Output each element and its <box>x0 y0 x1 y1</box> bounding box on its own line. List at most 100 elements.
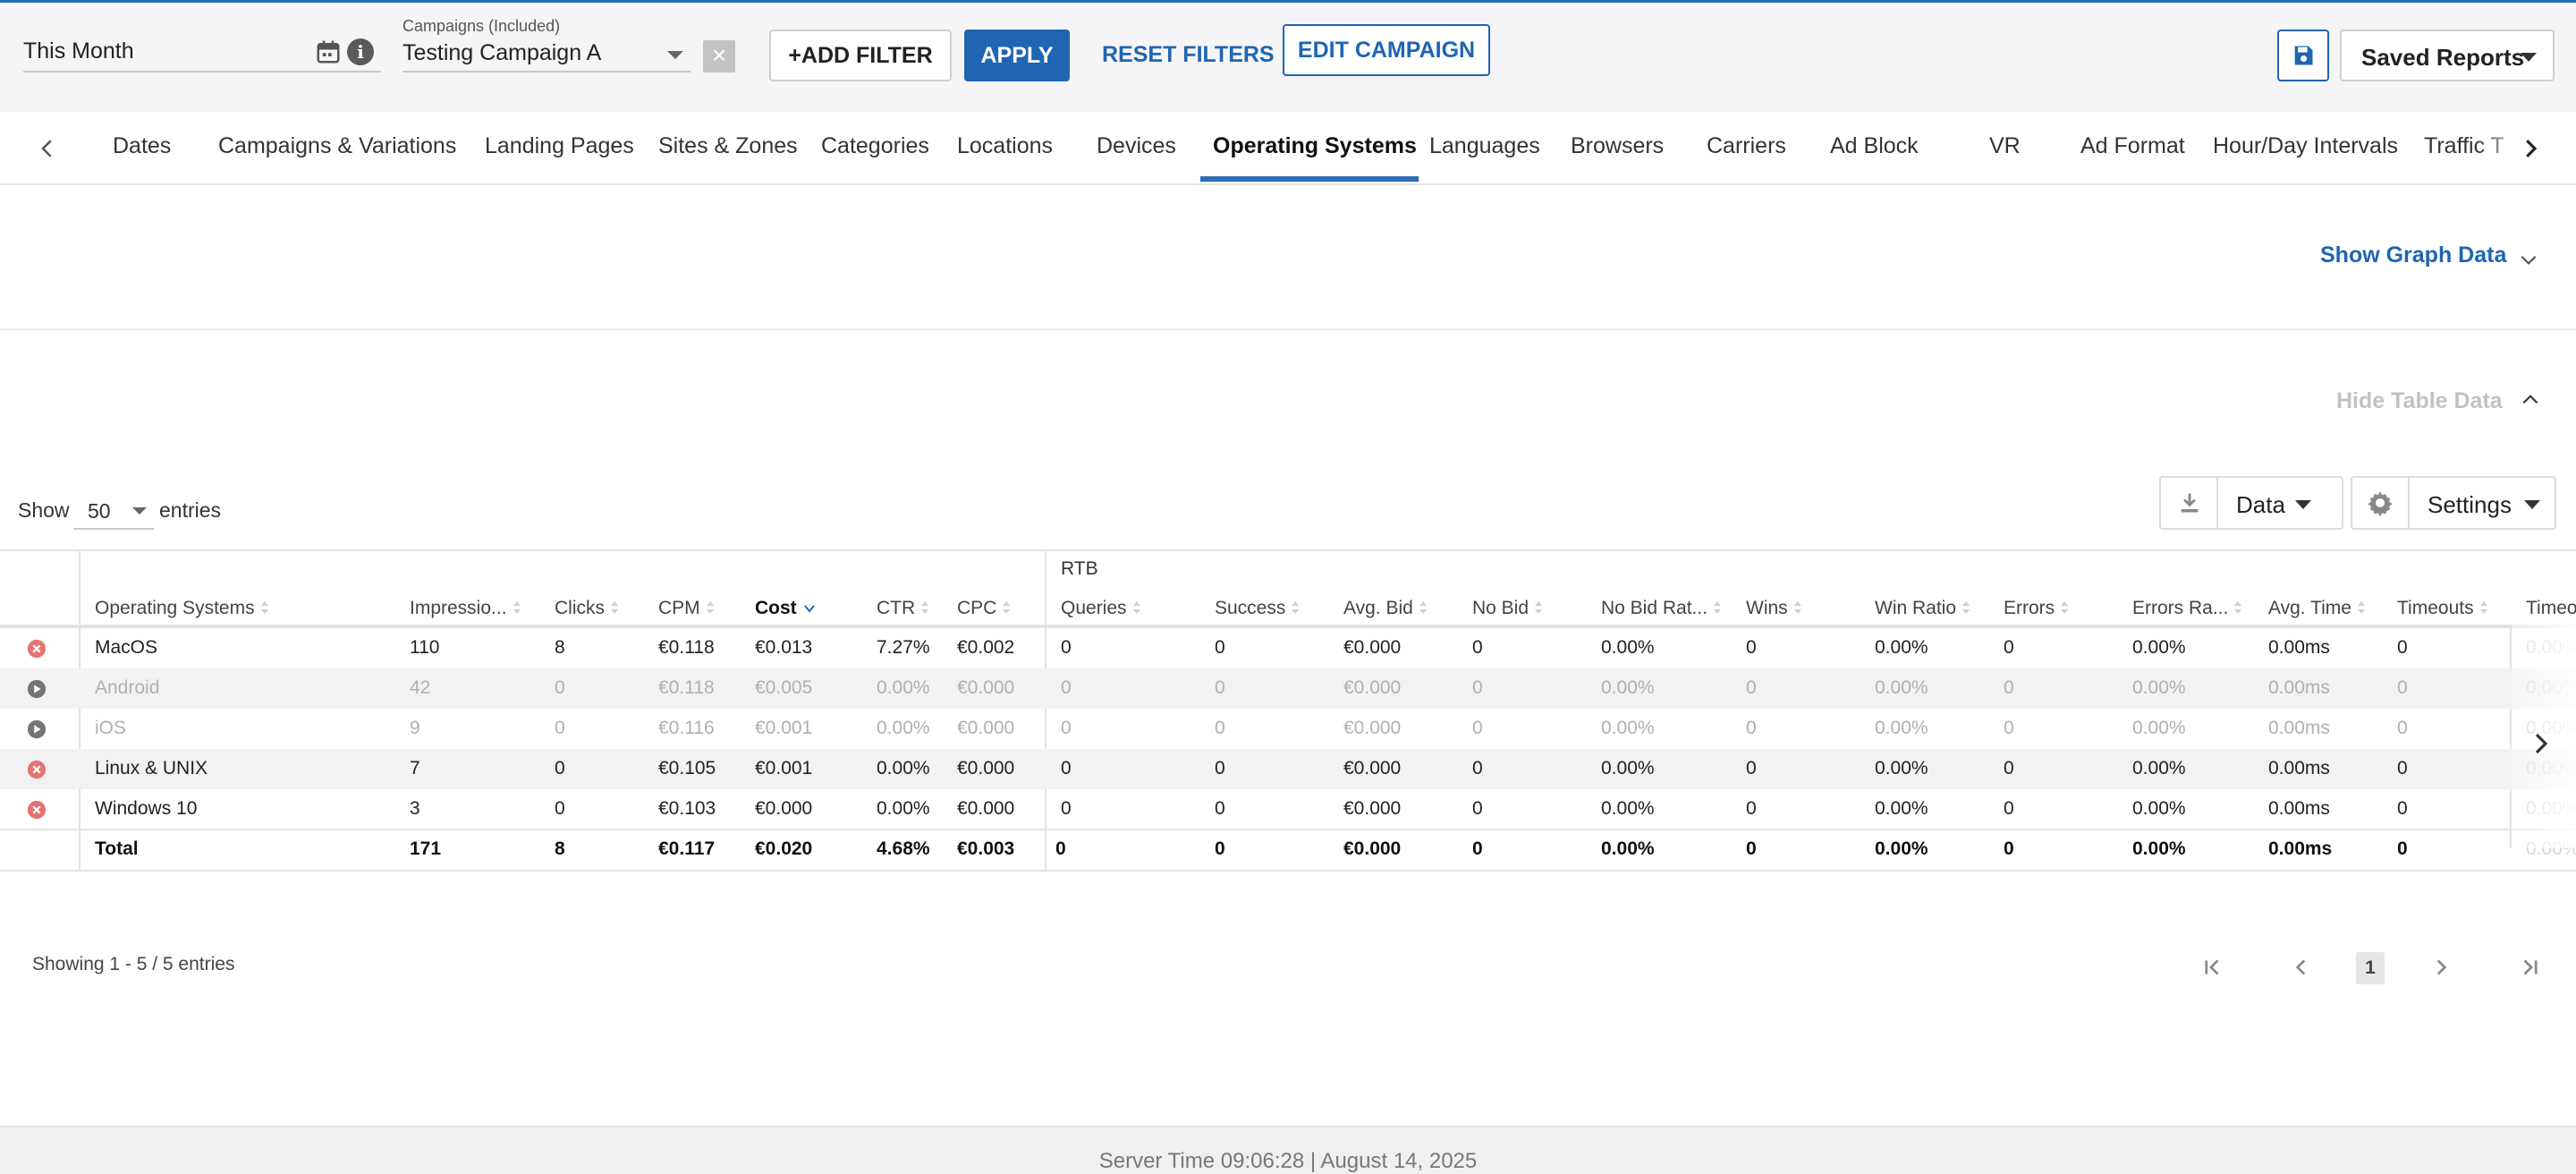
col-header-cpc[interactable]: CPC <box>957 598 1011 619</box>
table-cell: €0.000 <box>755 798 813 819</box>
tab-browsers[interactable]: Browsers <box>1571 133 1664 159</box>
tab-carriers[interactable]: Carriers <box>1707 133 1786 159</box>
table-cell: 0.00% <box>877 718 930 738</box>
tab-landing-pages[interactable]: Landing Pages <box>485 133 634 159</box>
tab-devices[interactable]: Devices <box>1097 133 1176 159</box>
tab-categories[interactable]: Categories <box>821 133 929 159</box>
add-filter-button[interactable]: +ADD FILTER <box>769 30 952 81</box>
download-icon[interactable] <box>2177 490 2202 515</box>
page-number-current[interactable]: 1 <box>2356 952 2385 984</box>
next-page-icon[interactable] <box>2429 956 2453 979</box>
previous-page-icon[interactable] <box>2290 956 2313 979</box>
col-header-wins[interactable]: Wins <box>1746 598 1802 619</box>
date-range-value: This Month <box>23 38 134 64</box>
remove-status-icon[interactable] <box>27 760 47 779</box>
table-cell: €0.000 <box>1343 677 1402 698</box>
tab-ad-block[interactable]: Ad Block <box>1830 133 1919 159</box>
gear-icon[interactable] <box>2367 489 2394 516</box>
apply-button[interactable]: APPLY <box>964 30 1070 81</box>
remove-status-icon[interactable] <box>27 800 47 820</box>
sort-icon <box>920 601 929 616</box>
play-status-icon[interactable] <box>27 719 47 739</box>
save-report-button[interactable] <box>2277 30 2329 81</box>
tab-ad-format[interactable]: Ad Format <box>2080 133 2185 159</box>
tabs-scroll-left-icon[interactable] <box>34 135 61 162</box>
table-cell: 0.00% <box>2132 637 2186 658</box>
show-graph-data-toggle[interactable]: Show Graph Data <box>2320 242 2506 268</box>
sort-icon <box>2479 601 2488 616</box>
table-cell: 0 <box>1061 758 1072 778</box>
col-header-ctr[interactable]: CTR <box>877 598 929 619</box>
table-cell: 0 <box>1472 758 1483 778</box>
tab-dates[interactable]: Dates <box>113 133 171 159</box>
col-header-win-ratio[interactable]: Win Ratio <box>1875 598 1970 619</box>
total-cell: €0.003 <box>957 838 1015 859</box>
col-header-queries[interactable]: Queries <box>1061 598 1141 619</box>
table-cell: 0 <box>2004 677 2014 698</box>
tab-locations[interactable]: Locations <box>957 133 1053 159</box>
tab-vr[interactable]: VR <box>1989 133 2021 159</box>
col-label: Wins <box>1746 598 1788 618</box>
edit-campaign-button[interactable]: EDIT CAMPAIGN <box>1283 24 1490 76</box>
table-cell: 0 <box>1746 718 1757 738</box>
settings-dropdown[interactable]: Settings <box>2428 491 2512 519</box>
calendar-icon[interactable] <box>315 38 342 65</box>
col-label: Errors <box>2004 598 2055 618</box>
entries-per-page-select[interactable]: 50 <box>73 489 154 530</box>
col-header-avg-time[interactable]: Avg. Time <box>2268 598 2366 619</box>
table-row[interactable]: Linux & UNIX 7 0 €0.105 €0.001 0.00% €0.000 0 0 €… <box>0 749 2576 789</box>
remove-status-icon[interactable] <box>27 639 47 659</box>
tab-sites-zones[interactable]: Sites & Zones <box>658 133 798 159</box>
col-header-cpm[interactable]: CPM <box>658 598 715 619</box>
info-icon[interactable]: i <box>347 38 374 65</box>
table-row[interactable]: Android 42 0 €0.118 €0.005 0.00% €0.000 0 0 €0.00… <box>0 668 2576 709</box>
first-page-icon[interactable] <box>2200 956 2224 979</box>
saved-reports-dropdown[interactable]: Saved Reports <box>2340 30 2555 81</box>
tab-hour-day-intervals[interactable]: Hour/Day Intervals <box>2213 133 2398 159</box>
col-header-success[interactable]: Success <box>1215 598 1300 619</box>
table-cell: 0.00% <box>2132 798 2186 819</box>
play-status-icon[interactable] <box>27 679 47 699</box>
table-cell: 0.00% <box>1601 637 1655 658</box>
table-cell: €0.103 <box>658 798 716 819</box>
total-cell: €0.000 <box>1343 838 1402 859</box>
date-range-picker[interactable]: This Month i <box>23 31 381 72</box>
tab-campaigns-variations[interactable]: Campaigns & Variations <box>218 133 456 159</box>
tab-languages[interactable]: Languages <box>1429 133 1540 159</box>
last-page-icon[interactable] <box>2519 956 2542 979</box>
divider <box>2216 478 2218 528</box>
col-header-impressions[interactable]: Impressio... <box>410 598 521 619</box>
col-label: Clicks <box>555 598 605 618</box>
pagination-summary: Showing 1 - 5 / 5 entries <box>32 954 235 974</box>
col-header-timeouts[interactable]: Timeouts <box>2397 598 2488 619</box>
chevron-down-icon[interactable] <box>2517 248 2540 271</box>
col-header-cost[interactable]: Cost <box>755 598 815 619</box>
clear-campaign-button[interactable]: × <box>703 40 735 72</box>
divider <box>2408 478 2410 528</box>
table-cell: 0 <box>2004 798 2014 819</box>
col-header-errors-ratio[interactable]: Errors Ra... <box>2132 598 2242 619</box>
table-row[interactable]: iOS 9 0 €0.116 €0.001 0.00% €0.000 0 0 €0.000 0 0.0… <box>0 709 2576 749</box>
col-header-no-bid-ratio[interactable]: No Bid Rat... <box>1601 598 1722 619</box>
col-header-errors[interactable]: Errors <box>2004 598 2069 619</box>
table-cell: MacOS <box>95 637 158 658</box>
table-row[interactable]: MacOS 110 8 €0.118 €0.013 7.27% €0.002 0 0 €0.000… <box>0 628 2576 668</box>
col-header-operating-systems[interactable]: Operating Systems <box>95 598 269 619</box>
hide-table-data-toggle[interactable]: Hide Table Data <box>2336 388 2503 414</box>
col-header-timeouts-ratio[interactable]: Timeo <box>2526 598 2576 619</box>
total-cell: 0 <box>2397 838 2408 859</box>
scroll-right-icon[interactable] <box>2528 728 2555 759</box>
reset-filters-button[interactable]: RESET FILTERS <box>1102 42 1275 68</box>
chevron-up-icon[interactable] <box>2519 388 2542 412</box>
tabs-scroll-right-icon[interactable] <box>2517 135 2544 162</box>
campaigns-select[interactable]: Campaigns (Included) Testing Campaign A <box>402 15 691 72</box>
table-cell: 3 <box>410 798 420 819</box>
col-header-avg-bid[interactable]: Avg. Bid <box>1343 598 1428 619</box>
table-cell: €0.002 <box>957 637 1015 658</box>
table-row[interactable]: Windows 10 3 0 €0.103 €0.000 0.00% €0.000 0 0 €0.… <box>0 789 2576 829</box>
col-header-clicks[interactable]: Clicks <box>555 598 619 619</box>
col-header-no-bid[interactable]: No Bid <box>1472 598 1543 619</box>
tab-operating-systems[interactable]: Operating Systems <box>1213 133 1417 159</box>
data-dropdown[interactable]: Data <box>2236 491 2285 519</box>
table-cell: 0.00% <box>1601 758 1655 778</box>
